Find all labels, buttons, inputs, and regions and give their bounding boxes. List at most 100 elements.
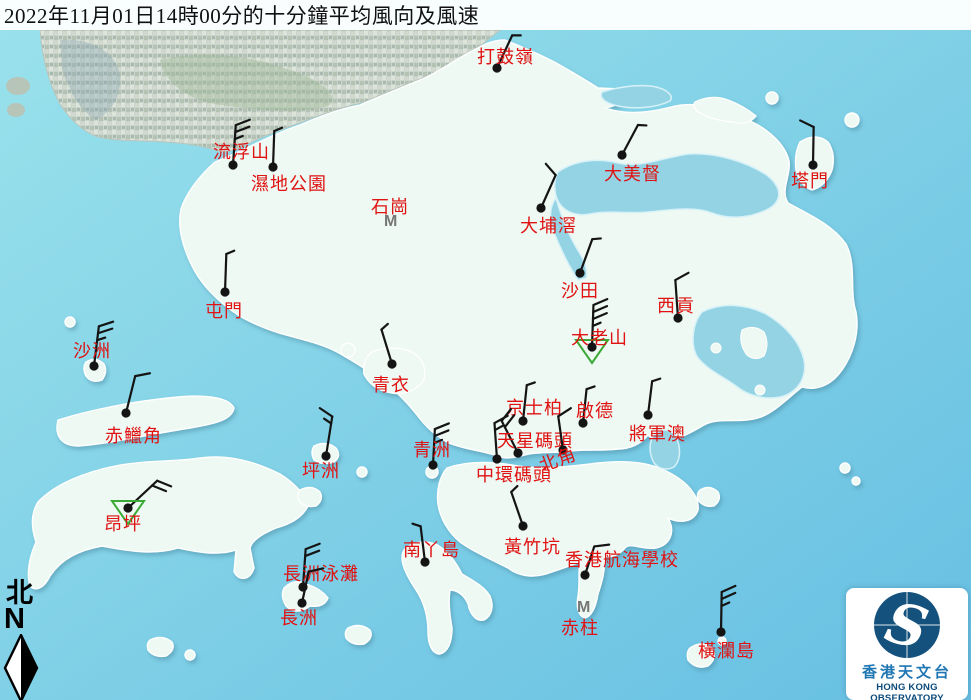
station-kings-park: 京士柏 xyxy=(506,382,563,425)
wind-barb-full xyxy=(152,485,166,491)
station-wong-chuk-hang: 黃竹坑 xyxy=(504,486,561,557)
wind-barb-half xyxy=(527,382,535,385)
wind-barb-full xyxy=(800,120,813,127)
station-tap-mun: 塔門 xyxy=(791,120,829,191)
station-dot xyxy=(580,570,589,579)
station-dot xyxy=(297,598,306,607)
station-dot xyxy=(518,521,527,530)
wind-map-screenshot: 打鼓嶺流浮山濕地公園M石崗大美督塔門大埔滘沙田屯門西貢沙洲大老山青衣赤鱲角京士柏… xyxy=(0,0,971,700)
wind-barb-half xyxy=(592,238,600,239)
wind-barb-full xyxy=(235,127,249,132)
station-dot xyxy=(492,454,501,463)
station-ta-kwu-ling: 打鼓嶺 xyxy=(477,35,534,72)
station-green-island: 青洲 xyxy=(413,423,451,469)
station-label: 黃竹坑 xyxy=(504,537,561,557)
wind-barb-full xyxy=(157,481,171,487)
station-label: 坪洲 xyxy=(302,461,340,481)
station-lamma-island: 南丫島 xyxy=(403,524,460,567)
station-dot xyxy=(617,150,626,159)
hko-logo-symbol: S xyxy=(846,588,968,660)
station-dot xyxy=(643,410,652,419)
station-label: 青洲 xyxy=(413,440,451,460)
wind-barb-full xyxy=(722,586,736,592)
wind-barb-full xyxy=(236,120,250,125)
wind-barb-stem xyxy=(273,131,274,167)
wind-barb-full xyxy=(593,306,607,312)
wind-barb-full xyxy=(675,273,688,280)
station-kai-tak: 啟德 xyxy=(576,386,614,427)
wind-barb-full xyxy=(305,551,319,556)
station-lau-fau-shan: 流浮山 xyxy=(213,120,270,170)
wind-barb-stem xyxy=(511,492,523,526)
title-bar: 2022年11月01日14時00分的十分鐘平均風向及風速 xyxy=(0,0,971,30)
wind-barb-stem xyxy=(381,330,392,364)
station-tseung-kwan-o: 將軍澳 xyxy=(629,379,686,444)
missing-data-marker: M xyxy=(577,599,590,616)
station-dot xyxy=(387,359,396,368)
wind-barb-full xyxy=(435,430,449,436)
station-tai-mei-tuk: 大美督 xyxy=(604,125,661,184)
wind-barb-full xyxy=(594,545,609,547)
station-label: 將軍澳 xyxy=(629,424,686,444)
hko-logo: S 香港天文台 HONG KONG OBSERVATORY xyxy=(846,588,968,700)
station-label: 赤柱 xyxy=(561,618,599,638)
station-dot xyxy=(220,287,229,296)
wind-barb-stem xyxy=(648,381,652,415)
wind-barb-half xyxy=(495,426,502,430)
station-dot xyxy=(716,627,725,636)
station-label: 大埔滘 xyxy=(520,216,577,236)
station-tuen-mun: 屯門 xyxy=(205,251,243,321)
station-label: 塔門 xyxy=(791,171,829,191)
wind-barb-half xyxy=(381,324,387,330)
wind-barb-half xyxy=(324,419,331,424)
wind-barb-half xyxy=(652,379,660,382)
station-dot xyxy=(268,162,277,171)
station-label: 大美督 xyxy=(604,164,661,184)
station-dot xyxy=(575,268,584,277)
station-cheung-chau-beach: 長洲泳灘 xyxy=(283,544,359,592)
wind-barb-full xyxy=(722,593,736,599)
station-dot xyxy=(808,160,817,169)
station-label: 南丫島 xyxy=(403,540,460,560)
station-tates-cairn: 大老山 xyxy=(571,299,628,363)
compass-needle xyxy=(2,634,42,700)
wind-barb-stem xyxy=(580,239,592,273)
station-label: 流浮山 xyxy=(213,142,270,162)
north-indicator: 北 N xyxy=(2,580,44,700)
station-label: 打鼓嶺 xyxy=(477,47,534,67)
wind-barb-full xyxy=(99,322,113,327)
station-label: 香港航海學校 xyxy=(565,550,679,570)
station-sai-kung: 西貢 xyxy=(657,273,695,323)
wind-barb-full xyxy=(593,313,607,319)
station-label: 濕地公園 xyxy=(251,174,327,194)
wind-barb-stem xyxy=(225,254,226,292)
wind-barb-stem xyxy=(622,125,638,155)
station-label: 西貢 xyxy=(657,296,695,316)
station-label: 青衣 xyxy=(372,375,410,395)
station-label: 石崗 xyxy=(371,197,409,217)
station-hk-sea-school: 香港航海學校 xyxy=(565,545,679,580)
station-dot xyxy=(121,408,130,417)
station-tsing-yi: 青衣 xyxy=(372,324,410,395)
logo-chinese-name: 香港天文台 xyxy=(846,661,968,682)
station-label: 長洲泳灘 xyxy=(283,564,359,584)
station-label: 沙田 xyxy=(561,281,599,301)
stations-layer: 打鼓嶺流浮山濕地公園M石崗大美督塔門大埔滘沙田屯門西貢沙洲大老山青衣赤鱲角京士柏… xyxy=(0,0,971,700)
station-label: 長洲 xyxy=(280,608,318,628)
wind-barb-half xyxy=(721,603,729,606)
wind-barb-full xyxy=(320,408,332,416)
wind-barb-full xyxy=(135,373,150,376)
station-waglan-island: 橫瀾島 xyxy=(698,586,755,661)
station-sha-tin: 沙田 xyxy=(561,238,601,301)
station-stanley: M 赤柱 xyxy=(561,599,599,638)
wind-barb-full xyxy=(546,164,556,175)
station-label: 大老山 xyxy=(571,328,628,348)
station-label: 橫瀾島 xyxy=(698,641,755,661)
station-tai-po-kau: 大埔滘 xyxy=(520,164,577,236)
wind-barb-full xyxy=(435,423,449,429)
wind-barb-half xyxy=(511,486,517,492)
station-shek-kong: M石崗 xyxy=(371,197,409,230)
station-label: 赤鱲角 xyxy=(105,426,162,446)
station-chek-lap-kok: 赤鱲角 xyxy=(105,373,162,446)
wind-barb-full xyxy=(306,544,320,549)
